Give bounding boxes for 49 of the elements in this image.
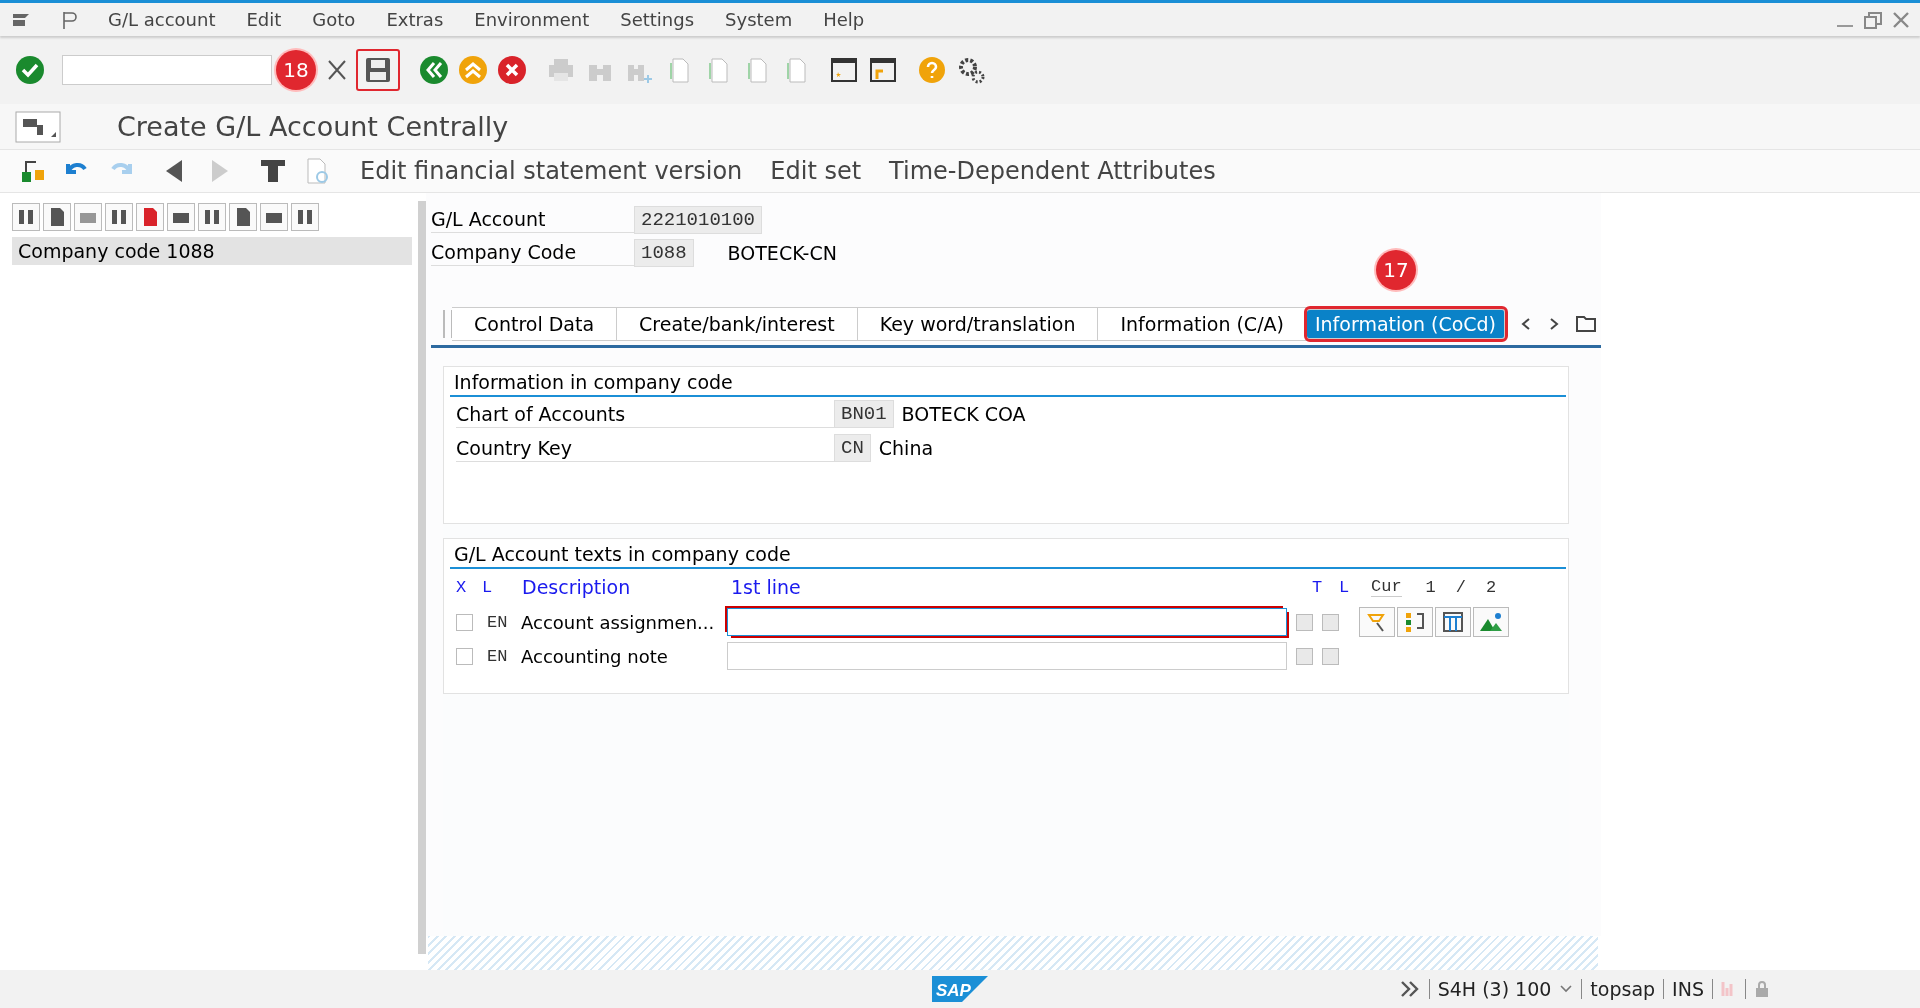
language-code: EN xyxy=(487,646,509,666)
menu-item[interactable]: System xyxy=(725,9,793,31)
page-number: 1 xyxy=(1425,577,1436,597)
page-total: 2 xyxy=(1486,577,1497,597)
column-header: L xyxy=(1339,577,1351,597)
text-description: Accounting note xyxy=(521,645,669,667)
menu-item[interactable]: G/L account xyxy=(108,9,216,31)
annotation-badge: 17 xyxy=(1376,250,1416,291)
value-field[interactable]: 1088 xyxy=(634,238,694,267)
text-description: Account assignmen... xyxy=(521,611,716,633)
tree-item[interactable]: Company code 1088 xyxy=(12,237,412,266)
menu-item[interactable]: Settings xyxy=(620,9,695,31)
toolbar-link[interactable]: Time-Dependent Attributes xyxy=(889,157,1216,186)
toolbar-link[interactable]: Edit set xyxy=(770,157,862,186)
field-description: BOTECK-CN xyxy=(727,241,837,264)
page-separator: / xyxy=(1455,577,1466,597)
menu-item[interactable]: Goto xyxy=(312,9,356,31)
column-header: T xyxy=(1312,577,1324,597)
column-header: Description xyxy=(522,576,632,599)
system-info: S4H (3) 100 xyxy=(1437,978,1552,1000)
tab[interactable]: Create/bank/interest xyxy=(617,307,858,342)
field-description: BOTECK COA xyxy=(901,403,1026,426)
tab[interactable]: Key word/translation xyxy=(857,307,1099,342)
language-code: EN xyxy=(487,612,509,632)
menu-item[interactable]: Environment xyxy=(474,9,590,31)
sap-logo: SAP xyxy=(932,976,988,1002)
column-header: 1st line xyxy=(731,576,802,599)
annotation-badge: 18 xyxy=(276,50,316,91)
field-label: Country Key xyxy=(456,434,834,462)
field-label: Chart of Accounts xyxy=(456,400,834,428)
value-field[interactable]: BN01 xyxy=(834,400,894,429)
tab[interactable]: Information (CoCd) xyxy=(1306,309,1506,340)
menu-item[interactable]: Help xyxy=(823,9,865,31)
field-description: China xyxy=(878,437,934,460)
tab[interactable]: Information (C/A) xyxy=(1098,307,1307,342)
server-name: topsap xyxy=(1590,978,1656,1000)
group-title: Information in company code xyxy=(450,367,1566,398)
currency-label: Cur xyxy=(1371,577,1402,598)
value-field[interactable]: CN xyxy=(834,434,871,463)
input-mode: INS xyxy=(1672,978,1704,1000)
value-field[interactable]: 2221010100 xyxy=(634,205,763,234)
group-title: G/L Account texts in company code xyxy=(450,539,1566,570)
menu-item[interactable]: Edit xyxy=(246,9,282,31)
tab[interactable]: Control Data xyxy=(452,307,618,342)
toolbar-link[interactable]: Edit financial statement version xyxy=(360,157,743,186)
column-header: X xyxy=(456,577,468,597)
column-header: L xyxy=(482,577,494,597)
menu-item[interactable]: Extras xyxy=(386,9,444,31)
screen-title: Create G/L Account Centrally xyxy=(117,111,509,143)
